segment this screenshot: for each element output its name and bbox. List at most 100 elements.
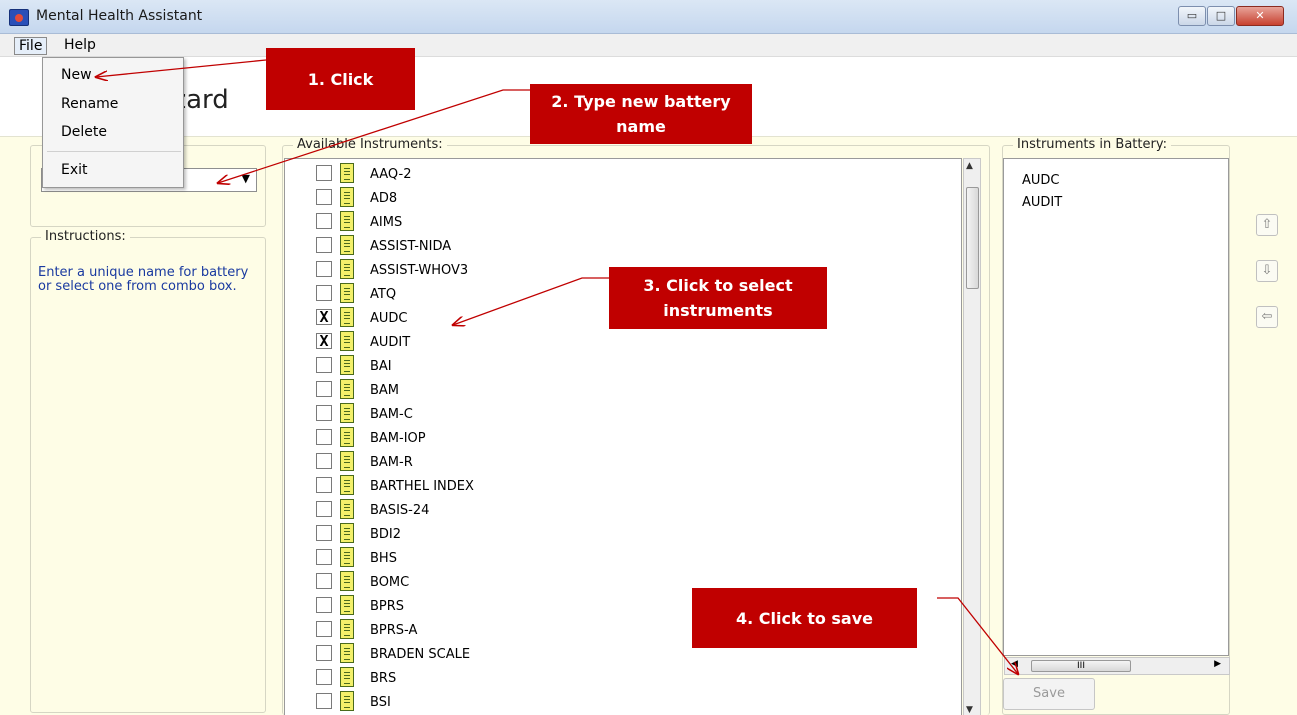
instrument-name[interactable]: BAM-IOP	[370, 431, 426, 446]
instrument-name[interactable]: BPRS	[370, 599, 404, 614]
instrument-checkbox[interactable]	[316, 381, 332, 397]
instrument-name[interactable]: BOMC	[370, 575, 409, 590]
instrument-row[interactable]: ASSIST-NIDA	[285, 234, 945, 258]
instrument-name[interactable]: AIMS	[370, 215, 402, 230]
chevron-down-icon[interactable]: ▼	[242, 172, 250, 185]
instrument-name[interactable]: ASSIST-WHOV3	[370, 263, 468, 278]
instrument-row[interactable]: BSI	[285, 690, 945, 714]
title-bar: Mental Health Assistant ▭ □ ✕	[0, 0, 1297, 34]
minimize-button[interactable]: ▭	[1178, 6, 1206, 26]
menu-help[interactable]: Help	[60, 37, 100, 55]
instrument-checkbox[interactable]	[316, 405, 332, 421]
instrument-name[interactable]: ATQ	[370, 287, 396, 302]
scroll-thumb[interactable]	[966, 187, 979, 289]
document-icon	[340, 571, 354, 591]
instrument-name[interactable]: BAI	[370, 359, 392, 374]
instrument-row[interactable]: BHS	[285, 546, 945, 570]
client-area: Vizard ▼ Instructions: Enter a unique na…	[0, 57, 1297, 715]
instrument-checkbox[interactable]	[316, 645, 332, 661]
scroll-up-icon[interactable]: ▲	[966, 161, 973, 171]
menu-item-rename[interactable]: Rename	[61, 96, 118, 112]
instrument-checkbox[interactable]	[316, 357, 332, 373]
instrument-name[interactable]: BHS	[370, 551, 397, 566]
battery-instruments-group: Instruments in Battery: AUDC AUDIT ◀ III…	[1002, 137, 1230, 715]
move-up-button[interactable]: ⇧	[1256, 214, 1278, 236]
remove-instrument-button[interactable]: ⇦	[1256, 306, 1278, 328]
instrument-row[interactable]: BAM-IOP	[285, 426, 945, 450]
instrument-checkbox[interactable]	[316, 693, 332, 709]
scroll-down-icon[interactable]: ▼	[966, 705, 973, 715]
menu-item-delete[interactable]: Delete	[61, 124, 107, 140]
instrument-name[interactable]: BRADEN SCALE	[370, 647, 470, 662]
instrument-checkbox[interactable]	[316, 549, 332, 565]
close-button[interactable]: ✕	[1236, 6, 1284, 26]
scroll-thumb[interactable]: III	[1031, 660, 1131, 672]
instrument-checkbox[interactable]: X	[316, 333, 332, 349]
instrument-checkbox[interactable]	[316, 597, 332, 613]
instrument-name[interactable]: BRS	[370, 671, 396, 686]
instrument-name[interactable]: AUDIT	[370, 335, 410, 350]
instrument-checkbox[interactable]	[316, 669, 332, 685]
document-icon	[340, 595, 354, 615]
instrument-name[interactable]: BAM	[370, 383, 399, 398]
document-icon	[340, 475, 354, 495]
instrument-name[interactable]: BSI	[370, 695, 391, 710]
instrument-checkbox[interactable]	[316, 453, 332, 469]
instrument-name[interactable]: BASIS-24	[370, 503, 429, 518]
instrument-name[interactable]: AAQ-2	[370, 167, 411, 182]
battery-item[interactable]: AUDIT	[1022, 195, 1062, 210]
instrument-checkbox[interactable]	[316, 165, 332, 181]
instrument-name[interactable]: BDI2	[370, 527, 401, 542]
document-icon	[340, 427, 354, 447]
instrument-checkbox[interactable]	[316, 477, 332, 493]
instrument-checkbox[interactable]	[316, 429, 332, 445]
instrument-name[interactable]: BAM-R	[370, 455, 413, 470]
instrument-row[interactable]: BASIS-24	[285, 498, 945, 522]
instrument-row[interactable]: BRS	[285, 666, 945, 690]
instrument-checkbox[interactable]	[316, 501, 332, 517]
callout-step-2: 2. Type new battery name	[530, 84, 752, 144]
instrument-name[interactable]: ASSIST-NIDA	[370, 239, 451, 254]
battery-instruments-list[interactable]: AUDC AUDIT ◀ III ▶	[1003, 158, 1230, 675]
scroll-left-icon[interactable]: ◀	[1011, 659, 1018, 669]
instrument-row[interactable]: BDI2	[285, 522, 945, 546]
instrument-row[interactable]: X AUDIT	[285, 330, 945, 354]
instructions-group: Instructions: Enter a unique name for ba…	[30, 229, 266, 713]
instrument-name[interactable]: BAM-C	[370, 407, 413, 422]
document-icon	[340, 187, 354, 207]
menu-file[interactable]: File	[14, 37, 48, 55]
available-list-scrollbar[interactable]: ▲ ▼	[963, 158, 981, 715]
instrument-checkbox[interactable]	[316, 525, 332, 541]
instrument-checkbox[interactable]	[316, 213, 332, 229]
document-icon	[340, 451, 354, 471]
battery-list-hscrollbar[interactable]: ◀ III ▶	[1004, 657, 1230, 675]
instrument-checkbox[interactable]	[316, 237, 332, 253]
menu-item-new[interactable]: New	[61, 67, 92, 83]
instrument-checkbox[interactable]	[316, 189, 332, 205]
instructions-legend: Instructions:	[41, 229, 130, 244]
instrument-row[interactable]: AIMS	[285, 210, 945, 234]
instrument-row[interactable]: BAM-R	[285, 450, 945, 474]
instrument-row[interactable]: BARTHEL INDEX	[285, 474, 945, 498]
instrument-name[interactable]: BPRS-A	[370, 623, 417, 638]
instrument-checkbox[interactable]	[316, 621, 332, 637]
battery-item[interactable]: AUDC	[1022, 173, 1060, 188]
maximize-button[interactable]: □	[1207, 6, 1235, 26]
save-button[interactable]: Save	[1003, 678, 1095, 710]
instrument-row[interactable]: BAM-C	[285, 402, 945, 426]
window-title: Mental Health Assistant	[36, 8, 203, 24]
instrument-row[interactable]: BAI	[285, 354, 945, 378]
instrument-row[interactable]: AAQ-2	[285, 162, 945, 186]
instrument-checkbox[interactable]	[316, 285, 332, 301]
instrument-name[interactable]: AD8	[370, 191, 397, 206]
instrument-checkbox[interactable]	[316, 261, 332, 277]
scroll-right-icon[interactable]: ▶	[1214, 659, 1221, 669]
instrument-checkbox[interactable]	[316, 573, 332, 589]
instrument-row[interactable]: BAM	[285, 378, 945, 402]
instrument-checkbox[interactable]: X	[316, 309, 332, 325]
instrument-name[interactable]: BARTHEL INDEX	[370, 479, 474, 494]
move-down-button[interactable]: ⇩	[1256, 260, 1278, 282]
instrument-row[interactable]: AD8	[285, 186, 945, 210]
menu-item-exit[interactable]: Exit	[61, 162, 88, 178]
instrument-name[interactable]: AUDC	[370, 311, 408, 326]
